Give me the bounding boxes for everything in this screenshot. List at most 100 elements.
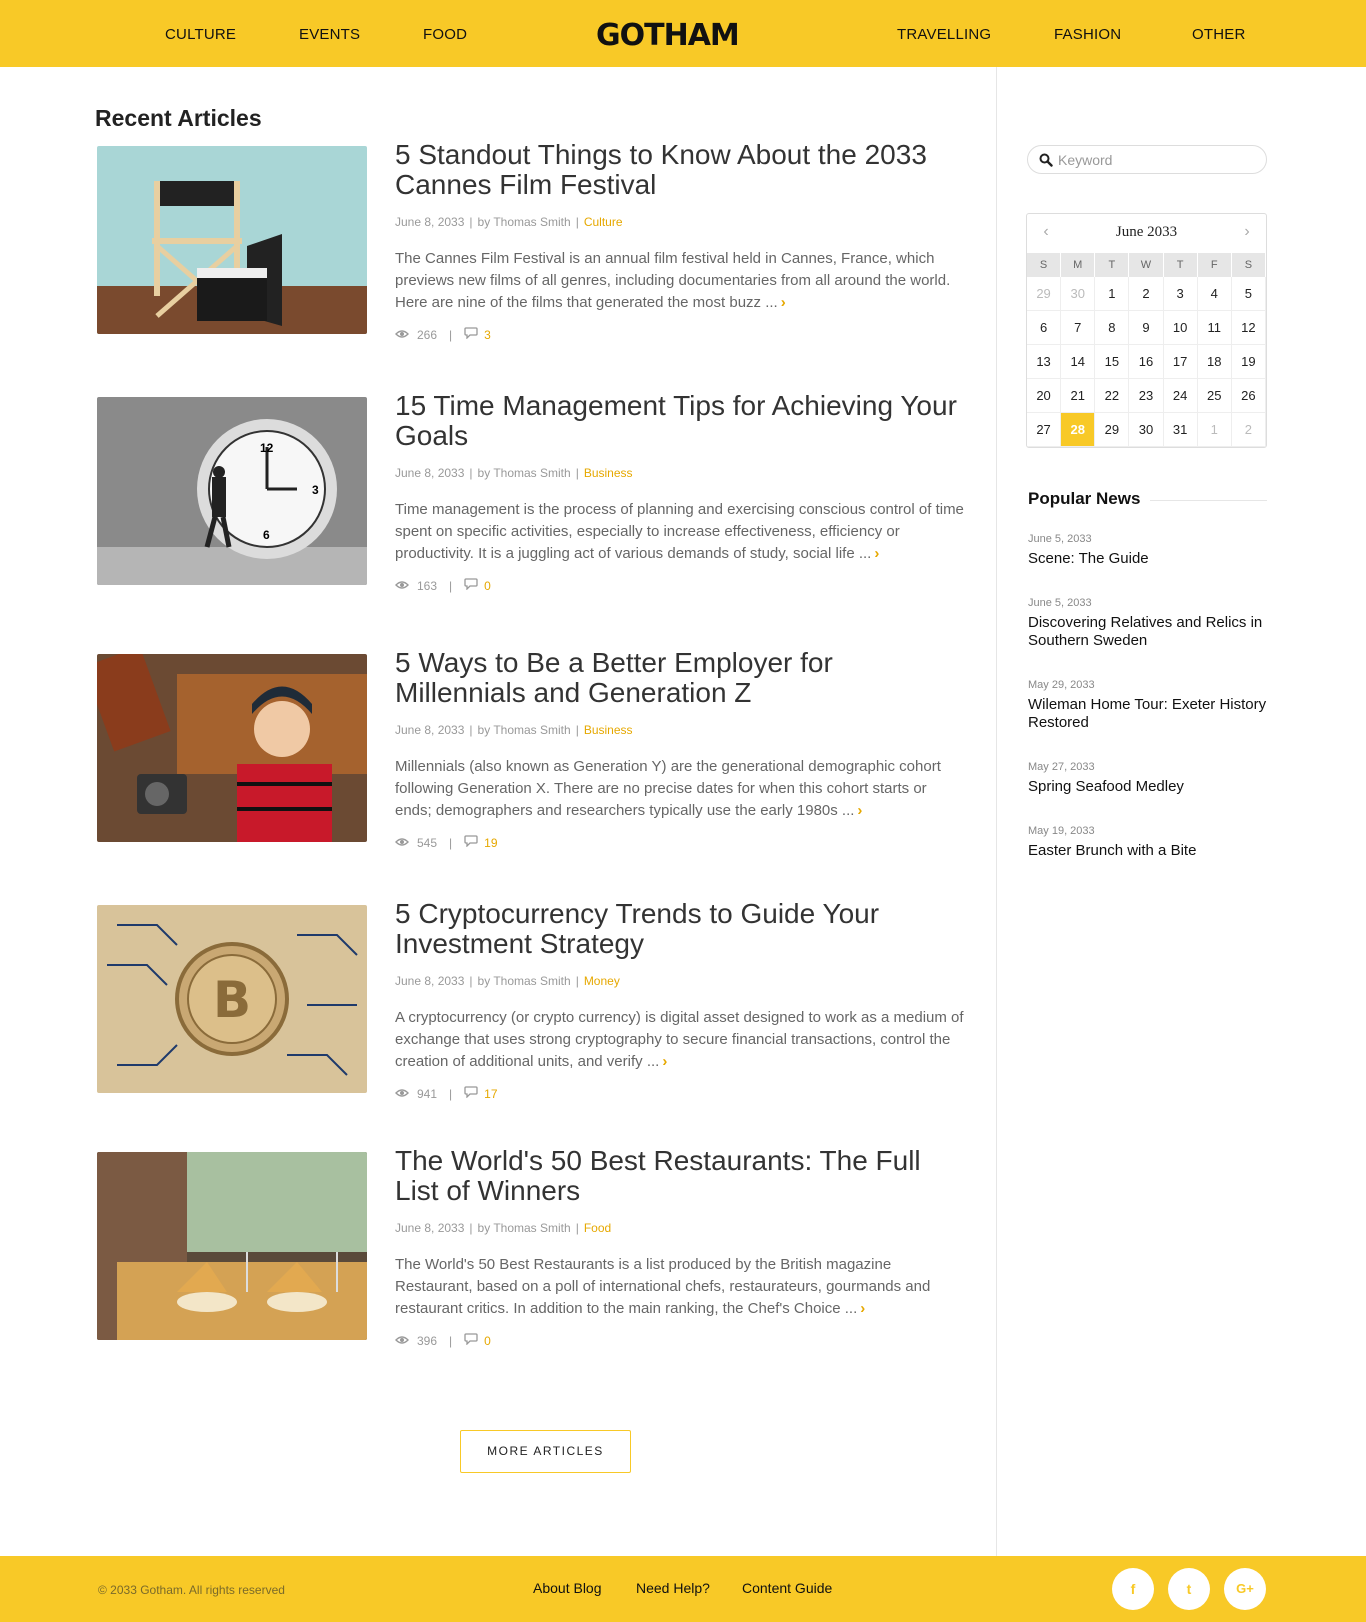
popular-news-title-link[interactable]: Scene: The Guide	[1028, 550, 1268, 568]
calendar-month: June 2033	[1115, 224, 1178, 240]
calendar-day[interactable]: 2	[1231, 413, 1266, 447]
nav-fashion[interactable]: FASHION	[1054, 26, 1121, 43]
article-category[interactable]: Food	[584, 1221, 611, 1235]
calendar-day[interactable]: 1	[1095, 277, 1130, 311]
nav-travelling[interactable]: TRAVELLING	[897, 26, 991, 43]
calendar-day-today[interactable]: 28	[1061, 413, 1096, 447]
search-box[interactable]	[1027, 145, 1267, 174]
calendar-day[interactable]: 11	[1197, 311, 1232, 345]
calendar-day[interactable]: 4	[1197, 277, 1232, 311]
read-more-chevron-icon[interactable]: ›	[781, 294, 786, 311]
calendar-day[interactable]: 7	[1061, 311, 1096, 345]
footer-link-content-guide[interactable]: Content Guide	[742, 1580, 832, 1596]
view-count: 266	[417, 327, 438, 342]
calendar-day[interactable]: 15	[1095, 345, 1130, 379]
calendar-day[interactable]: 24	[1163, 379, 1198, 413]
popular-news-title-link[interactable]: Wileman Home Tour: Exeter History Restor…	[1028, 696, 1268, 732]
top-navbar: CULTURE EVENTS FOOD GOTHAM TRAVELLING FA…	[0, 0, 1366, 67]
calendar-day[interactable]: 10	[1163, 311, 1198, 345]
read-more-chevron-icon[interactable]: ›	[662, 1053, 667, 1070]
view-count: 163	[417, 578, 438, 593]
weekday-label: W	[1129, 253, 1164, 277]
popular-news-title-link[interactable]: Spring Seafood Medley	[1028, 778, 1268, 796]
chevron-right-icon[interactable]: ›	[1238, 223, 1256, 241]
calendar-day[interactable]: 5	[1231, 277, 1266, 311]
calendar-day[interactable]: 2	[1129, 277, 1164, 311]
calendar-day[interactable]: 21	[1061, 379, 1096, 413]
calendar-day[interactable]: 26	[1231, 379, 1266, 413]
calendar-day[interactable]: 30	[1061, 277, 1096, 311]
stats-separator: |	[449, 327, 453, 342]
meta-separator: |	[575, 215, 579, 229]
google-plus-icon[interactable]: G+	[1224, 1568, 1266, 1610]
millennial-woman-image[interactable]	[97, 654, 367, 842]
footer-link-about-blog[interactable]: About Blog	[533, 1580, 602, 1596]
calendar-day[interactable]: 17	[1163, 345, 1198, 379]
article-author[interactable]: by Thomas Smith	[478, 1221, 571, 1235]
calendar-day[interactable]: 22	[1095, 379, 1130, 413]
stats-separator: |	[449, 578, 453, 593]
calendar-day[interactable]: 30	[1129, 413, 1164, 447]
article-author[interactable]: by Thomas Smith	[478, 466, 571, 480]
calendar-day[interactable]: 14	[1061, 345, 1096, 379]
site-logo[interactable]: GOTHAM	[596, 18, 740, 53]
article-title[interactable]: 5 Standout Things to Know About the 2033…	[395, 140, 965, 200]
calendar-day[interactable]: 25	[1197, 379, 1232, 413]
article-card: B 5 Cryptocurrency Trends to Guide Your …	[95, 899, 970, 1105]
popular-news-title-link[interactable]: Discovering Relatives and Relics in Sout…	[1028, 614, 1268, 650]
article-category[interactable]: Business	[584, 466, 633, 480]
more-articles-button[interactable]: MORE ARTICLES	[460, 1430, 631, 1473]
article-category[interactable]: Money	[584, 974, 620, 988]
calendar-day[interactable]: 31	[1163, 413, 1198, 447]
article-author[interactable]: by Thomas Smith	[478, 215, 571, 229]
nav-culture[interactable]: CULTURE	[165, 26, 236, 43]
article-title[interactable]: 5 Ways to Be a Better Employer for Mille…	[395, 648, 965, 708]
calendar-day[interactable]: 6	[1027, 311, 1062, 345]
calendar-day[interactable]: 18	[1197, 345, 1232, 379]
article-category[interactable]: Business	[584, 723, 633, 737]
calendar-day[interactable]: 1	[1197, 413, 1232, 447]
comment-count[interactable]: 17	[484, 1087, 497, 1101]
comment-count[interactable]: 3	[484, 328, 491, 342]
meta-separator: |	[469, 723, 473, 737]
calendar-day[interactable]: 3	[1163, 277, 1198, 311]
calendar-day[interactable]: 29	[1095, 413, 1130, 447]
read-more-chevron-icon[interactable]: ›	[857, 802, 862, 819]
calendar-day[interactable]: 16	[1129, 345, 1164, 379]
nav-events[interactable]: EVENTS	[299, 26, 360, 43]
meta-separator: |	[469, 215, 473, 229]
meta-separator: |	[575, 974, 579, 988]
calendar-day[interactable]: 13	[1027, 345, 1062, 379]
article-title[interactable]: 15 Time Management Tips for Achieving Yo…	[395, 391, 965, 451]
nav-food[interactable]: FOOD	[423, 26, 467, 43]
search-input[interactable]	[1058, 149, 1258, 170]
calendar-day[interactable]: 9	[1129, 311, 1164, 345]
popular-news-title-link[interactable]: Easter Brunch with a Bite	[1028, 842, 1268, 860]
director-chair-image[interactable]	[97, 146, 367, 334]
read-more-chevron-icon[interactable]: ›	[874, 545, 879, 562]
facebook-icon[interactable]: f	[1112, 1568, 1154, 1610]
calendar-day[interactable]: 12	[1231, 311, 1266, 345]
article-title[interactable]: 5 Cryptocurrency Trends to Guide Your In…	[395, 899, 965, 959]
article-author[interactable]: by Thomas Smith	[478, 723, 571, 737]
twitter-icon[interactable]: t	[1168, 1568, 1210, 1610]
restaurant-table-image[interactable]	[97, 1152, 367, 1340]
comment-count[interactable]: 19	[484, 836, 497, 850]
article-author[interactable]: by Thomas Smith	[478, 974, 571, 988]
alarm-clock-image[interactable]: 12369	[97, 397, 367, 585]
comment-count[interactable]: 0	[484, 579, 491, 593]
article-category[interactable]: Culture	[584, 215, 623, 229]
calendar-day[interactable]: 8	[1095, 311, 1130, 345]
comment-count[interactable]: 0	[484, 1334, 491, 1348]
calendar-day[interactable]: 20	[1027, 379, 1062, 413]
article-stats: 266 | 3	[395, 327, 491, 342]
footer-link-need-help[interactable]: Need Help?	[636, 1580, 710, 1596]
calendar-day[interactable]: 23	[1129, 379, 1164, 413]
bitcoin-image[interactable]: B	[97, 905, 367, 1093]
read-more-chevron-icon[interactable]: ›	[860, 1300, 865, 1317]
calendar-day[interactable]: 27	[1027, 413, 1062, 447]
article-title[interactable]: The World's 50 Best Restaurants: The Ful…	[395, 1146, 965, 1206]
calendar-day[interactable]: 29	[1027, 277, 1062, 311]
calendar-day[interactable]: 19	[1231, 345, 1266, 379]
nav-other[interactable]: OTHER	[1192, 26, 1246, 43]
